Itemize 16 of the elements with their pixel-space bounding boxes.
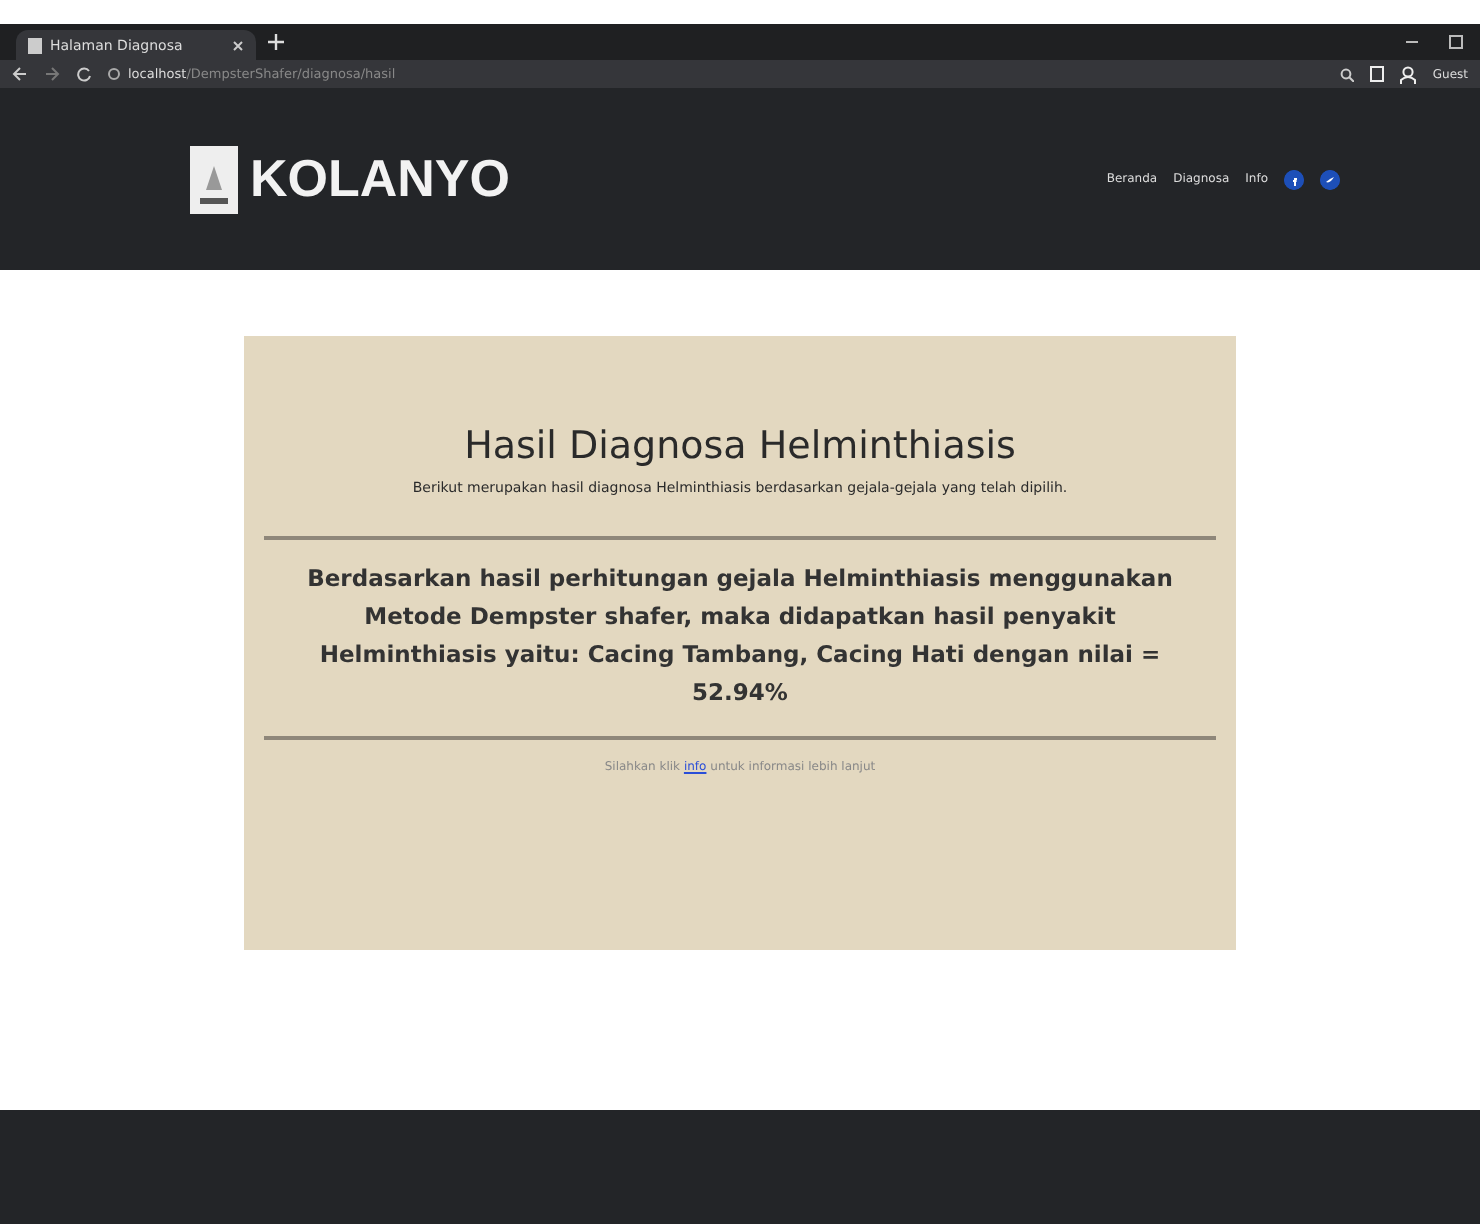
info-icon	[108, 68, 120, 80]
maximize-icon[interactable]	[1448, 34, 1464, 50]
new-tab-icon[interactable]	[268, 34, 284, 50]
sidebar-icon[interactable]	[1370, 66, 1385, 82]
page-icon	[28, 37, 42, 53]
twitter-icon[interactable]	[1320, 169, 1340, 189]
back-icon[interactable]	[12, 66, 28, 82]
profile-icon[interactable]	[1400, 65, 1417, 83]
facebook-icon[interactable]	[1284, 169, 1304, 189]
close-icon[interactable]	[232, 39, 244, 51]
card-title: Hasil Diagnosa Helminthiasis	[464, 424, 1016, 468]
reload-icon[interactable]	[76, 66, 92, 82]
search-icon[interactable]	[1340, 67, 1355, 81]
diagnosis-result: Berdasarkan hasil perhitungan gejala Helminthiasis menggunakan Metode Dempster shafer, maka didapatkan hasil penyakit Helminthiasis yaitu: Cacing Tambang, Cacing Hati dengan nilai = 52.94%	[305, 562, 1175, 710]
forward-icon[interactable]	[44, 66, 60, 82]
brand-name[interactable]: KOLANYO	[250, 148, 510, 210]
